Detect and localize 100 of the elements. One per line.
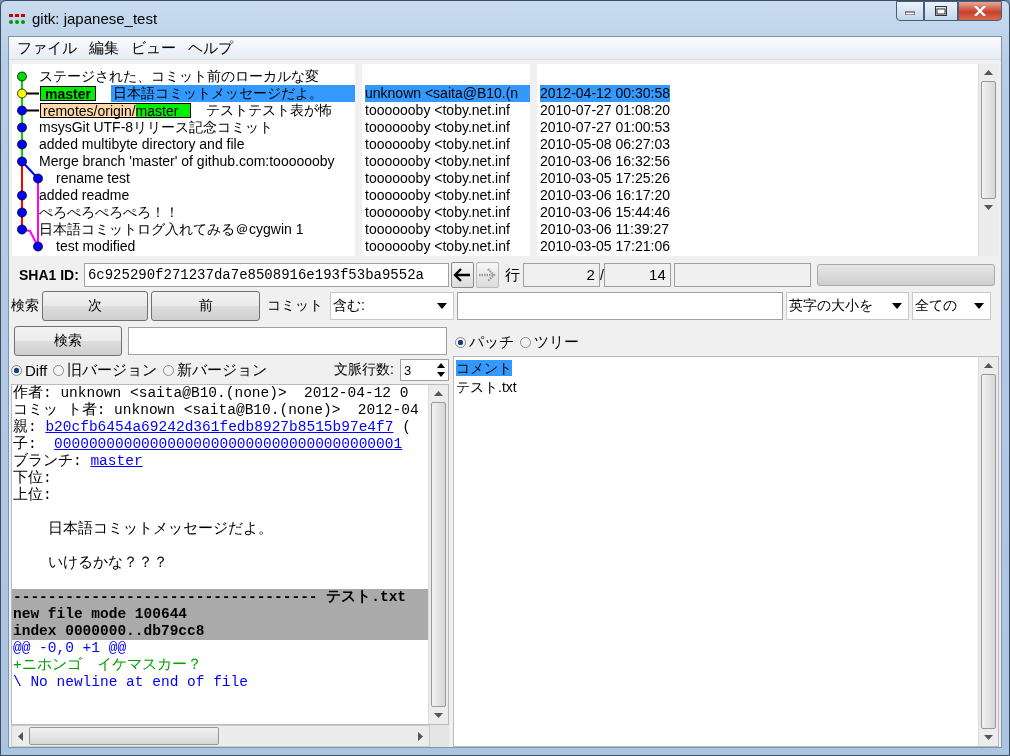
scroll-thumb[interactable] bbox=[431, 402, 446, 707]
file-item[interactable]: テスト.txt bbox=[456, 379, 517, 395]
commit-subject[interactable]: Merge branch 'master' of github.com:tooooooby bbox=[39, 153, 335, 170]
commit-date[interactable]: 2010-07-27 01:00:53 bbox=[540, 119, 670, 136]
added-line: +ニホンゴ イケマスカー？ bbox=[12, 657, 203, 674]
back-button[interactable] bbox=[450, 262, 474, 288]
separator-text: / bbox=[599, 267, 604, 283]
scroll-thumb[interactable] bbox=[981, 374, 996, 729]
diff-text: 下位: bbox=[12, 470, 53, 486]
diff-label: ブランチ: bbox=[13, 453, 83, 469]
commit-subject[interactable]: テストテスト表が怖 bbox=[206, 102, 333, 119]
commit-author[interactable]: tooooooby <toby.net.inf bbox=[365, 170, 510, 187]
close-icon bbox=[974, 6, 986, 16]
scrollbar[interactable] bbox=[978, 64, 998, 256]
commit-subject[interactable]: 日本語コミットログ入れてみる＠cygwin 1 bbox=[39, 221, 304, 238]
commit-date[interactable]: 2010-03-06 16:17:20 bbox=[540, 187, 670, 204]
commit-author[interactable]: tooooooby <toby.net.inf bbox=[365, 221, 510, 238]
sha1-label: SHA1 ID: bbox=[19, 267, 79, 283]
file-header: ----------------------------------- テスト.txt bbox=[12, 589, 428, 606]
window-title: gitk: japanese_test bbox=[32, 9, 158, 29]
file-header: index 0000000..db79cc8 bbox=[12, 623, 428, 640]
menu-item[interactable]: 編集 bbox=[83, 38, 125, 58]
search-field[interactable] bbox=[128, 327, 447, 355]
diff-text: 日本語コミットメッセージだよ。 bbox=[46, 521, 274, 538]
previous-button[interactable]: 前 bbox=[151, 291, 260, 321]
menu-item[interactable]: ファイル bbox=[11, 38, 83, 58]
commit-subject[interactable]: ぺろぺろぺろぺろ！！ bbox=[39, 204, 179, 221]
maximize-button[interactable] bbox=[924, 1, 958, 21]
commit-subject[interactable]: ステージされた、コミット前のローカルな変 bbox=[39, 68, 319, 85]
file-item[interactable]: コメント bbox=[456, 360, 512, 376]
commit-author[interactable]: tooooooby <toby.net.inf bbox=[365, 187, 510, 204]
file-header: new file mode 100644 bbox=[12, 606, 428, 623]
commit-date[interactable]: 2010-03-06 11:39:27 bbox=[540, 221, 669, 238]
commit-author[interactable]: tooooooby <toby.net.inf bbox=[365, 204, 510, 221]
scroll-down-icon bbox=[984, 735, 993, 740]
next-button[interactable]: 次 bbox=[42, 291, 148, 321]
scrollbar[interactable] bbox=[428, 385, 448, 724]
horizontal-scrollbar[interactable] bbox=[11, 725, 430, 747]
dropdown-icon bbox=[892, 303, 902, 309]
radio-button[interactable]: 新バージョン bbox=[163, 360, 268, 380]
commit-subject[interactable]: msysGit UTF-8リリース記念コミット bbox=[39, 119, 274, 136]
diff-text: 上位: bbox=[12, 487, 53, 504]
commit-link[interactable]: b20cfb6454a69242d361fedb8927b8515b97e4f7 bbox=[45, 419, 394, 435]
commit-subject[interactable]: 日本語コミットメッセージだよ。 bbox=[110, 85, 355, 102]
scope-dropdown[interactable]: 全ての bbox=[912, 292, 991, 320]
commit-author[interactable]: tooooooby <toby.net.inf bbox=[365, 153, 510, 170]
diff-text: ( bbox=[401, 419, 411, 435]
row-field[interactable]: 2 bbox=[522, 263, 600, 287]
commit-subject[interactable]: added readme bbox=[39, 187, 130, 204]
diff-text: 作者: unknown <saita@B10.(none)> 2012-04-12 0 bbox=[12, 385, 410, 401]
diff-text: コミッ ト者: unknown <saita@B10.(none)> 2012-04 bbox=[12, 402, 420, 418]
commit-date[interactable]: 2010-05-08 06:27:03 bbox=[540, 136, 670, 153]
right-arrow-icon bbox=[478, 268, 497, 282]
context-spinbox[interactable]: 3 bbox=[400, 359, 449, 381]
commit-date[interactable]: 2012-04-12 00:30:58 bbox=[540, 85, 670, 102]
commit-subject[interactable]: rename test bbox=[56, 170, 130, 187]
commit-date[interactable]: 2010-03-06 15:44:46 bbox=[540, 204, 670, 221]
commit-subject[interactable]: test modified bbox=[56, 238, 136, 255]
total-field: 14 bbox=[603, 263, 671, 287]
case-dropdown[interactable]: 英字の大小を bbox=[786, 292, 909, 320]
commit-link[interactable]: master bbox=[90, 453, 143, 469]
context-label: 文脈行数: bbox=[334, 361, 394, 379]
commit-author[interactable]: tooooooby <toby.net.inf bbox=[365, 102, 510, 119]
commit-author[interactable]: tooooooby <toby.net.inf bbox=[365, 136, 510, 153]
sha1-field[interactable]: 6c925290f271237da7e8508916e193f53ba9552a bbox=[83, 263, 449, 287]
scroll-down-icon bbox=[984, 205, 993, 210]
find-field[interactable] bbox=[457, 292, 783, 320]
commit-label: コミット bbox=[267, 297, 323, 315]
radio-button[interactable]: パッチ bbox=[455, 332, 514, 352]
radio-button[interactable]: ツリー bbox=[520, 332, 579, 352]
scroll-thumb[interactable] bbox=[29, 727, 219, 745]
scrollbar[interactable] bbox=[978, 357, 998, 746]
menu-item[interactable]: ヘルプ bbox=[182, 38, 239, 58]
commit-link[interactable]: 0000000000000000000000000000000000000001 bbox=[54, 436, 403, 452]
scroll-left-icon bbox=[18, 731, 23, 741]
branch-tag[interactable]: master bbox=[40, 86, 96, 101]
dropdown-icon bbox=[974, 303, 984, 309]
spin-arrows-icon bbox=[436, 362, 446, 378]
commit-date[interactable]: 2010-07-27 01:08:20 bbox=[540, 102, 670, 119]
hunk-header: @@ -0,0 +1 @@ bbox=[12, 640, 128, 657]
commit-date[interactable]: 2010-03-06 16:32:56 bbox=[540, 153, 670, 170]
dropdown-icon bbox=[437, 303, 447, 309]
commit-author[interactable]: tooooooby <toby.net.inf bbox=[365, 238, 510, 255]
match-dropdown[interactable]: 含む: bbox=[330, 292, 454, 320]
left-arrow-icon bbox=[453, 268, 472, 282]
commit-date[interactable]: 2010-03-05 17:21:06 bbox=[540, 238, 670, 255]
scroll-up-icon bbox=[984, 70, 993, 75]
close-button[interactable] bbox=[958, 1, 1002, 21]
radio-button[interactable]: 旧バージョン bbox=[53, 360, 158, 380]
commit-author[interactable]: unknown <saita@B10.(n bbox=[365, 85, 530, 102]
row-label: 行 bbox=[504, 265, 520, 285]
menu-item[interactable]: ビュー bbox=[125, 38, 182, 58]
app-icon bbox=[8, 13, 26, 25]
radio-button[interactable]: Diff bbox=[11, 361, 48, 379]
commit-subject[interactable]: added multibyte directory and file bbox=[39, 136, 245, 153]
commit-author[interactable]: tooooooby <toby.net.inf bbox=[365, 119, 510, 136]
commit-date[interactable]: 2010-03-05 17:25:26 bbox=[540, 170, 670, 187]
scroll-thumb[interactable] bbox=[981, 81, 996, 199]
search-button[interactable]: 検索 bbox=[14, 326, 122, 356]
minimize-button[interactable] bbox=[896, 1, 924, 21]
